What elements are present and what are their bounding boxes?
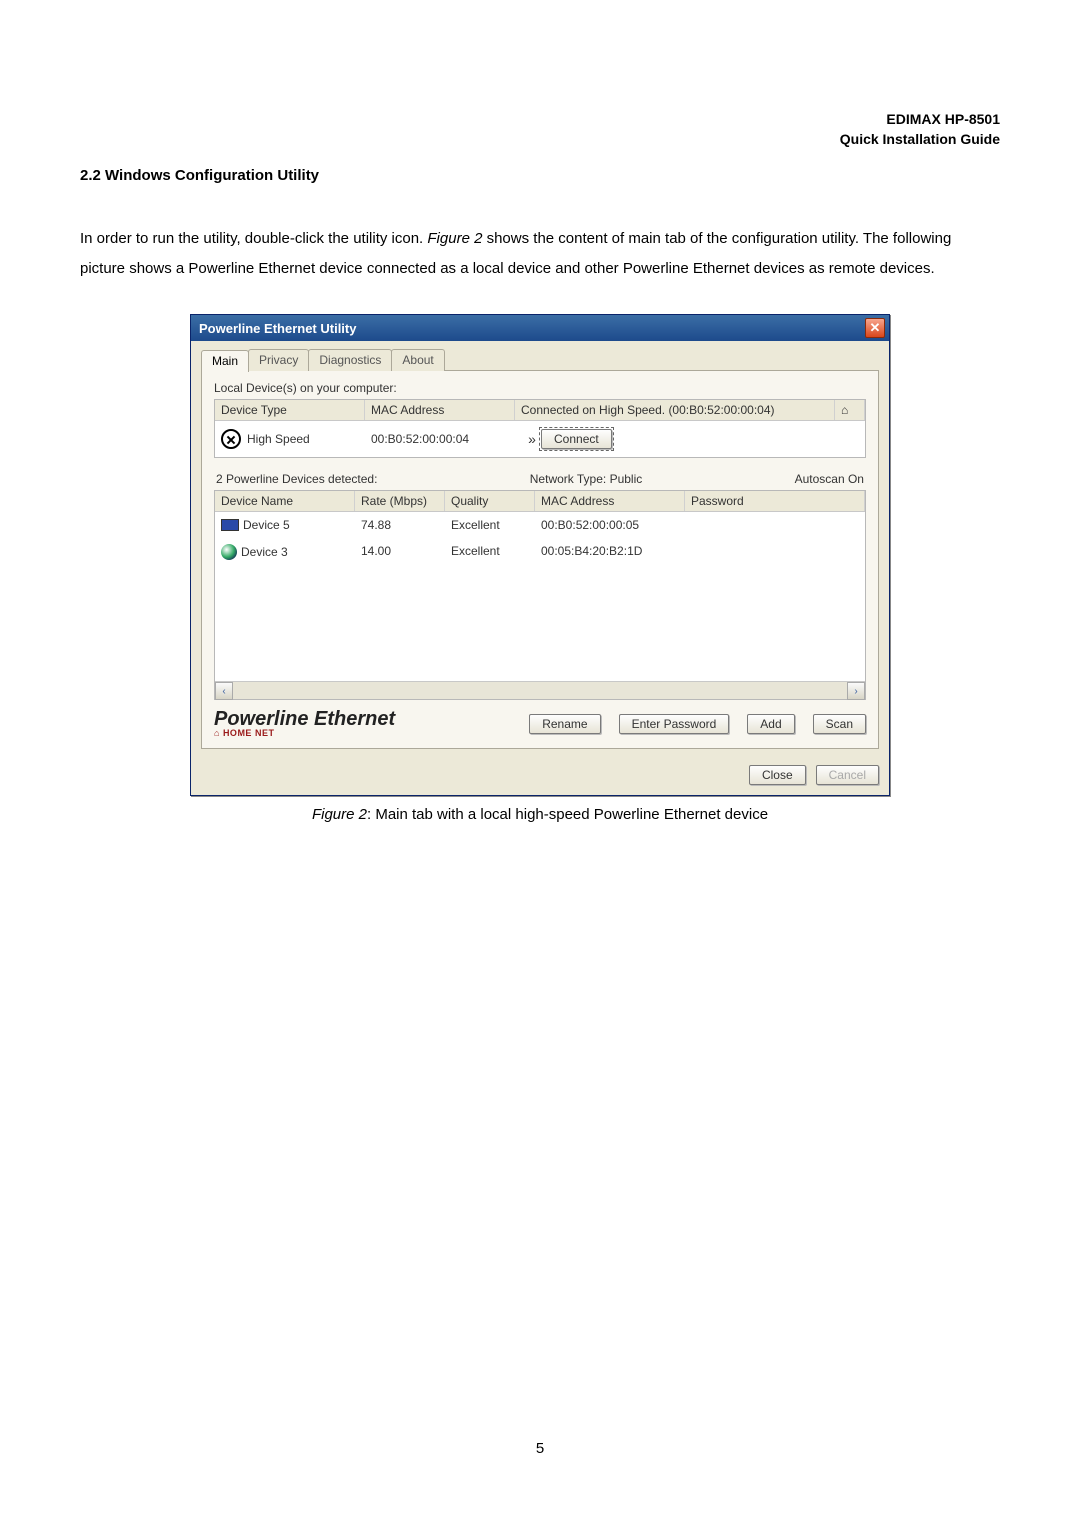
col-mac: MAC Address bbox=[365, 400, 515, 420]
device-quality: Excellent bbox=[445, 544, 535, 560]
tab-main[interactable]: Main bbox=[201, 350, 249, 372]
local-devices-table: Device Type MAC Address Connected on Hig… bbox=[214, 399, 866, 458]
local-devices-label: Local Device(s) on your computer: bbox=[214, 381, 866, 395]
device-password bbox=[685, 518, 865, 532]
col-device-name: Device Name bbox=[215, 491, 355, 511]
device-rate: 14.00 bbox=[355, 544, 445, 560]
main-panel: Local Device(s) on your computer: Device… bbox=[201, 370, 879, 749]
local-table-header: Device Type MAC Address Connected on Hig… bbox=[215, 400, 865, 421]
horizontal-scrollbar[interactable]: ‹ › bbox=[215, 681, 865, 699]
document-header: EDIMAX HP-8501 Quick Installation Guide bbox=[80, 110, 1000, 149]
col-password: Password bbox=[685, 491, 865, 511]
tab-diagnostics[interactable]: Diagnostics bbox=[308, 349, 392, 371]
close-icon[interactable]: ✕ bbox=[865, 318, 885, 338]
col-mac2: MAC Address bbox=[535, 491, 685, 511]
device-rate: 74.88 bbox=[355, 518, 445, 532]
detected-table-header: Device Name Rate (Mbps) Quality MAC Addr… bbox=[215, 491, 865, 512]
table-row[interactable]: Device 3 14.00 Excellent 00:05:B4:20:B2:… bbox=[215, 538, 865, 566]
pc-icon bbox=[221, 519, 239, 531]
scan-button[interactable]: Scan bbox=[813, 714, 866, 734]
device-mac: 00:B0:52:00:00:05 bbox=[535, 518, 685, 532]
local-device-mac: 00:B0:52:00:00:04 bbox=[365, 421, 515, 457]
local-device-row[interactable]: High Speed 00:B0:52:00:00:04 » Connect bbox=[215, 421, 865, 457]
brand-logo: Powerline Ethernet HOME NET bbox=[214, 710, 395, 738]
device-mac: 00:05:B4:20:B2:1D bbox=[535, 544, 685, 560]
device-quality: Excellent bbox=[445, 518, 535, 532]
devices-detected: 2 Powerline Devices detected: bbox=[216, 472, 377, 486]
add-button[interactable]: Add bbox=[747, 714, 794, 734]
col-status: Connected on High Speed. (00:B0:52:00:00… bbox=[515, 400, 835, 420]
chevron-right-icon: » bbox=[521, 431, 539, 447]
cancel-button: Cancel bbox=[816, 765, 879, 785]
brand-line1: Powerline Ethernet bbox=[214, 710, 395, 728]
tab-about[interactable]: About bbox=[391, 349, 444, 371]
connect-button[interactable]: Connect bbox=[541, 429, 612, 449]
col-quality: Quality bbox=[445, 491, 535, 511]
figure-text: : Main tab with a local high-speed Power… bbox=[367, 806, 768, 823]
tab-privacy[interactable]: Privacy bbox=[248, 349, 309, 371]
figure-caption: Figure 2: Main tab with a local high-spe… bbox=[312, 806, 768, 823]
scroll-left-icon[interactable]: ‹ bbox=[215, 682, 233, 700]
network-type: Network Type: Public bbox=[530, 472, 643, 486]
house-icon: ⌂ bbox=[835, 400, 865, 420]
autoscan-status: Autoscan On bbox=[795, 472, 864, 486]
header-line1: EDIMAX HP-8501 bbox=[80, 110, 1000, 130]
figure-label: Figure 2 bbox=[312, 806, 367, 823]
table-row[interactable]: Device 5 74.88 Excellent 00:B0:52:00:00:… bbox=[215, 512, 865, 538]
local-device-type: High Speed bbox=[247, 432, 310, 446]
scroll-right-icon[interactable]: › bbox=[847, 682, 865, 700]
utility-dialog: Powerline Ethernet Utility ✕ Main Privac… bbox=[190, 314, 890, 796]
intro-paragraph: In order to run the utility, double-clic… bbox=[80, 224, 1000, 284]
window-title: Powerline Ethernet Utility bbox=[199, 321, 356, 336]
globe-icon bbox=[221, 544, 237, 560]
titlebar[interactable]: Powerline Ethernet Utility ✕ bbox=[191, 315, 889, 341]
col-device-type: Device Type bbox=[215, 400, 365, 420]
device-name: Device 5 bbox=[243, 518, 290, 532]
figure-ref: Figure 2 bbox=[427, 230, 482, 247]
device-name: Device 3 bbox=[241, 545, 288, 559]
detected-table-body: Device 5 74.88 Excellent 00:B0:52:00:00:… bbox=[215, 512, 865, 681]
rename-button[interactable]: Rename bbox=[529, 714, 600, 734]
enter-password-button[interactable]: Enter Password bbox=[619, 714, 730, 734]
tab-strip: Main Privacy Diagnostics About bbox=[201, 349, 879, 371]
detected-devices-table: Device Name Rate (Mbps) Quality MAC Addr… bbox=[214, 490, 866, 700]
close-button[interactable]: Close bbox=[749, 765, 806, 785]
page-number: 5 bbox=[0, 1440, 1080, 1457]
header-line2: Quick Installation Guide bbox=[80, 130, 1000, 150]
col-rate: Rate (Mbps) bbox=[355, 491, 445, 511]
intro-before: In order to run the utility, double-clic… bbox=[80, 230, 427, 247]
device-icon bbox=[221, 429, 241, 449]
status-row: 2 Powerline Devices detected: Network Ty… bbox=[216, 472, 864, 486]
section-title: 2.2 Windows Configuration Utility bbox=[80, 167, 1000, 184]
device-password bbox=[685, 544, 865, 560]
